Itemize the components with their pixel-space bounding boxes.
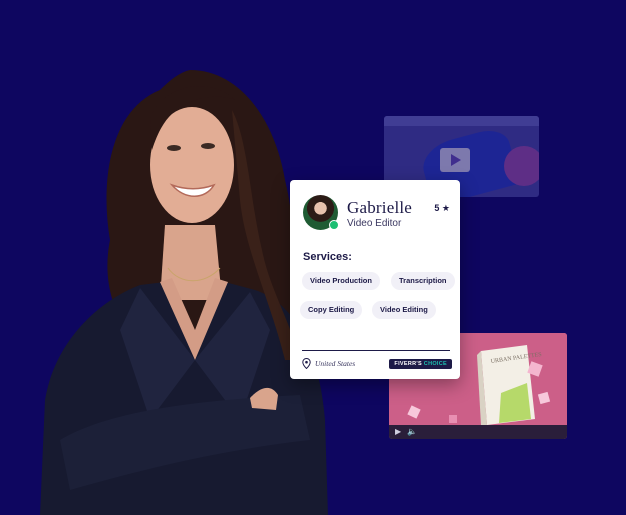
play-icon[interactable]: ▶ (395, 428, 401, 436)
service-chip[interactable]: Video Editing (372, 301, 436, 319)
badge-prefix: FIVERR'S (394, 361, 422, 367)
map-pin-icon (302, 358, 311, 369)
play-icon (440, 148, 470, 172)
freelancer-card[interactable]: Gabrielle Video Editor 5 ★ Services: Vid… (290, 180, 460, 379)
badge-suffix: CHOICE (423, 361, 447, 367)
service-chip[interactable]: Copy Editing (300, 301, 363, 319)
volume-icon[interactable]: 🔈 (407, 428, 417, 436)
location-text: United States (315, 359, 356, 368)
divider (302, 350, 450, 351)
freelancer-title: Video Editor (347, 218, 402, 229)
online-status-dot (329, 220, 339, 230)
player-controls: ▶ 🔈 (389, 425, 567, 439)
thumbnail-topbar (384, 116, 539, 126)
avatar[interactable] (303, 195, 339, 230)
location: United States (302, 358, 355, 369)
service-chip[interactable]: Transcription (391, 272, 455, 290)
freelancer-name[interactable]: Gabrielle (347, 198, 412, 218)
service-chip[interactable]: Video Production (302, 272, 380, 290)
rating: 5 ★ (434, 203, 450, 213)
services-heading: Services: (303, 251, 352, 263)
fiverrs-choice-badge: FIVERR'S CHOICE (389, 359, 452, 369)
